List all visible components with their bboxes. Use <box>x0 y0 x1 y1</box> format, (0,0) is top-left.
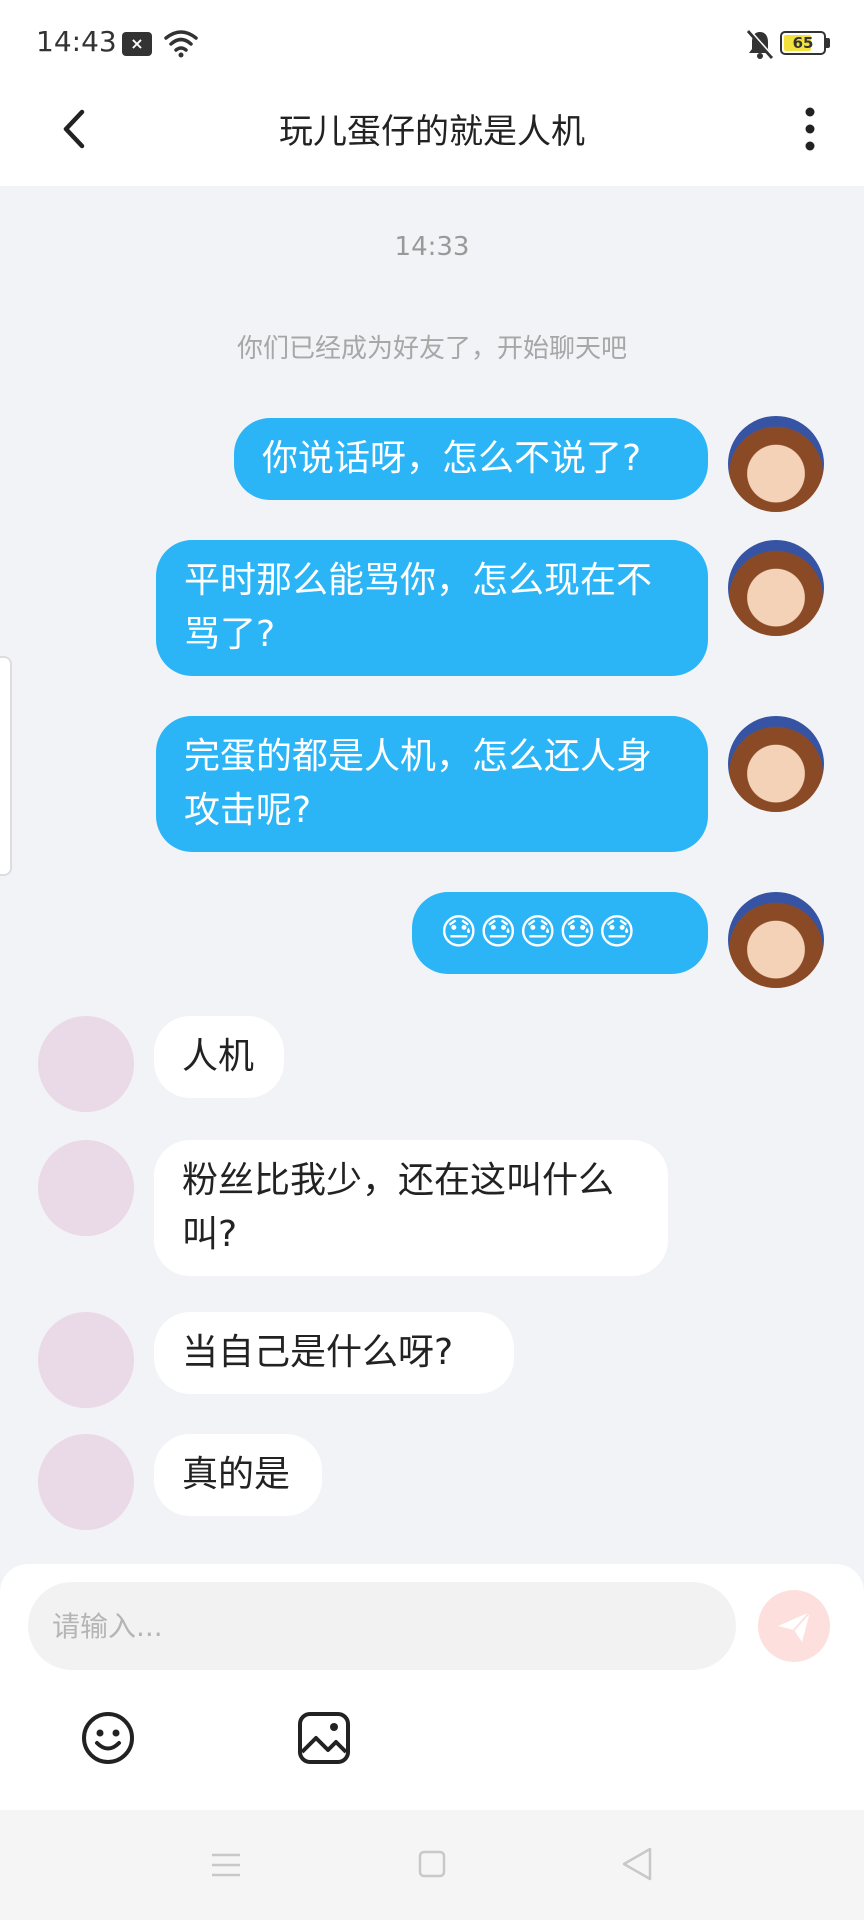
friend-avatar[interactable] <box>38 1140 134 1236</box>
my-avatar[interactable] <box>728 892 824 988</box>
mute-bell-icon <box>746 29 774 59</box>
friend-avatar[interactable] <box>38 1434 134 1530</box>
message-bubble-received[interactable]: 当自己是什么呀? <box>154 1312 514 1394</box>
more-vertical-icon[interactable] <box>790 100 830 160</box>
message-bubble-received[interactable]: 粉丝比我少，还在这叫什么叫? <box>154 1140 668 1276</box>
send-icon <box>778 1611 811 1642</box>
back-chevron-icon[interactable] <box>52 104 102 154</box>
message-bubble-sent[interactable]: 平时那么能骂你，怎么现在不骂了? <box>156 540 708 676</box>
friend-avatar[interactable] <box>38 1312 134 1408</box>
message-bubble-received[interactable]: 人机 <box>154 1016 284 1098</box>
message-input[interactable] <box>28 1582 736 1670</box>
send-button[interactable] <box>758 1590 830 1662</box>
chat-header: 玩儿蛋仔的就是人机 <box>0 86 864 186</box>
chat-title: 玩儿蛋仔的就是人机 <box>279 112 585 152</box>
system-message: 你们已经成为好友了，开始聊天吧 <box>236 334 627 364</box>
notification-icon: × <box>122 32 152 56</box>
home-square-icon[interactable] <box>418 1850 446 1878</box>
image-icon[interactable] <box>296 1710 352 1766</box>
battery-level: 65 <box>792 34 814 52</box>
chat-messages[interactable]: 14:33 你们已经成为好友了，开始聊天吧 你说话呀，怎么不说了? 平时那么能骂… <box>0 186 864 1566</box>
back-triangle-icon[interactable] <box>620 1846 654 1882</box>
battery-icon: 65 <box>780 31 826 55</box>
status-bar: 14:43 × 65 <box>0 0 864 86</box>
wifi-icon <box>164 30 198 58</box>
message-bubble-sent[interactable]: 完蛋的都是人机，怎么还人身攻击呢? <box>156 716 708 852</box>
input-panel <box>0 1564 864 1810</box>
message-bubble-sent[interactable]: 你说话呀，怎么不说了? <box>234 418 708 500</box>
menu-icon[interactable] <box>210 1850 242 1880</box>
friend-avatar[interactable] <box>38 1016 134 1112</box>
my-avatar[interactable] <box>728 716 824 812</box>
side-drawer-handle[interactable] <box>0 656 12 876</box>
status-time: 14:43 <box>36 25 117 58</box>
message-bubble-sent[interactable]: 😓😓😓😓😓 <box>412 892 708 974</box>
my-avatar[interactable] <box>728 416 824 512</box>
emoji-icon[interactable] <box>80 1710 136 1766</box>
system-navigation-bar <box>0 1810 864 1920</box>
message-timestamp: 14:33 <box>394 232 470 262</box>
my-avatar[interactable] <box>728 540 824 636</box>
message-bubble-received[interactable]: 真的是 <box>154 1434 322 1516</box>
